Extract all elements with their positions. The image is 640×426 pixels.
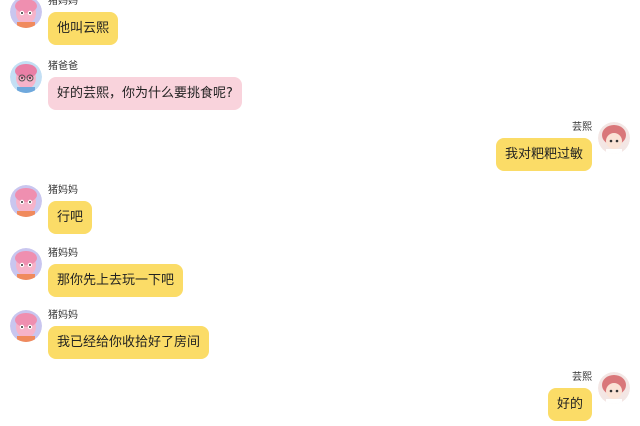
chat-message: 猪妈妈 行吧 bbox=[10, 185, 93, 234]
message-bubble[interactable]: 我已经给你收拾好了房间 bbox=[48, 326, 210, 359]
sender-name: 猪妈妈 bbox=[48, 310, 78, 321]
sender-name: 芸熙 bbox=[572, 372, 592, 383]
sender-name: 猪爸爸 bbox=[48, 61, 78, 72]
message-bubble[interactable]: 好的 bbox=[547, 388, 592, 421]
chat-message: 猪妈妈 那你先上去玩一下吧 bbox=[10, 248, 184, 297]
sender-name: 芸熙 bbox=[572, 122, 592, 133]
message-bubble[interactable]: 好的芸熙，你为什么要挑食呢? bbox=[48, 77, 242, 110]
message-bubble[interactable]: 他叫云熙 bbox=[48, 12, 119, 45]
chat-message: 猪妈妈 我已经给你收拾好了房间 bbox=[10, 310, 210, 359]
peppa-mom-avatar-icon[interactable] bbox=[10, 248, 42, 280]
peppa-mom-avatar-icon[interactable] bbox=[10, 310, 42, 342]
yunxi-avatar-icon[interactable] bbox=[598, 372, 630, 404]
peppa-mom-avatar-icon[interactable] bbox=[10, 0, 42, 28]
message-bubble[interactable]: 那你先上去玩一下吧 bbox=[48, 264, 184, 297]
yunxi-avatar-icon[interactable] bbox=[598, 122, 630, 154]
chat-message: 猪爸爸 好的芸熙，你为什么要挑食呢? bbox=[10, 61, 242, 110]
chat-message: 芸熙 好的 bbox=[547, 372, 630, 421]
peppa-dad-avatar-icon[interactable] bbox=[10, 61, 42, 93]
sender-name: 猪妈妈 bbox=[48, 0, 78, 7]
chat-message: 猪妈妈 他叫云熙 bbox=[10, 0, 119, 45]
message-bubble[interactable]: 行吧 bbox=[48, 201, 93, 234]
chat-message: 芸熙 我对粑粑过敏 bbox=[495, 122, 630, 171]
sender-name: 猪妈妈 bbox=[48, 185, 78, 196]
message-bubble[interactable]: 我对粑粑过敏 bbox=[495, 138, 592, 171]
sender-name: 猪妈妈 bbox=[48, 248, 78, 259]
chat-window: 猪妈妈 他叫云熙 猪爸爸 好的芸熙，你为什么要挑食呢? 芸熙 我对粑粑过敏 猪妈… bbox=[0, 0, 640, 426]
peppa-mom-avatar-icon[interactable] bbox=[10, 185, 42, 217]
